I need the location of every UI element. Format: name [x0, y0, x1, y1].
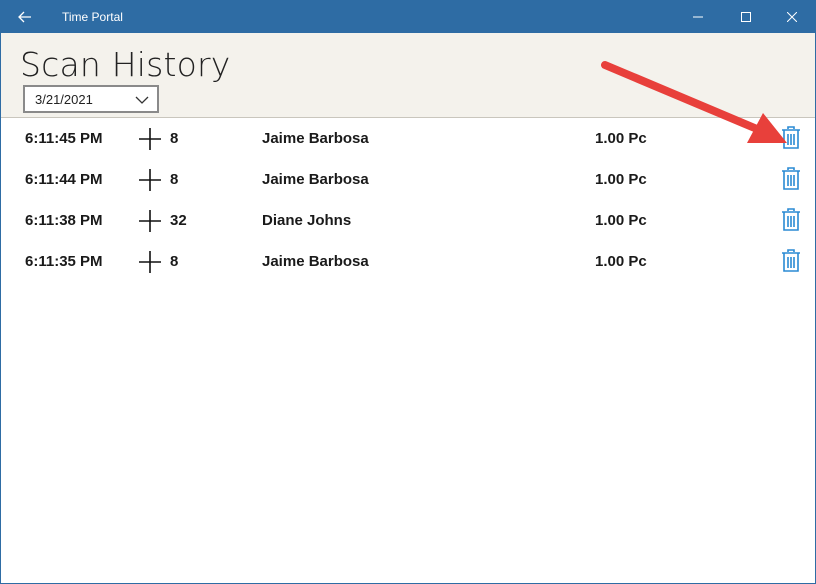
- scan-time: 6:11:35 PM: [25, 253, 103, 270]
- employee-name: Jaime Barbosa: [262, 253, 369, 270]
- quantity: 1.00 Pc: [595, 130, 647, 147]
- quantity: 1.00 Pc: [595, 253, 647, 270]
- back-button[interactable]: [11, 3, 39, 31]
- employee-name: Jaime Barbosa: [262, 171, 369, 188]
- list-item: 6:11:38 PM 32 Diane Johns 1.00 Pc: [1, 200, 815, 241]
- plus-icon: [139, 251, 161, 273]
- quantity: 1.00 Pc: [595, 171, 647, 188]
- plus-icon: [139, 128, 161, 150]
- list-item: 6:11:35 PM 8 Jaime Barbosa 1.00 Pc: [1, 241, 815, 282]
- plus-icon: [139, 210, 161, 232]
- quantity: 1.00 Pc: [595, 212, 647, 229]
- minimize-button[interactable]: [675, 1, 721, 33]
- chevron-down-icon: [135, 96, 149, 104]
- trash-icon[interactable]: [780, 126, 802, 150]
- page-header: Scan History 3/21/2021: [1, 33, 815, 118]
- trash-icon[interactable]: [780, 208, 802, 232]
- trash-icon[interactable]: [780, 167, 802, 191]
- scan-time: 6:11:45 PM: [25, 130, 103, 147]
- employee-name: Jaime Barbosa: [262, 130, 369, 147]
- scan-count: 8: [170, 171, 179, 188]
- minimize-icon: [693, 16, 703, 18]
- trash-icon[interactable]: [780, 249, 802, 273]
- scan-count: 8: [170, 253, 179, 270]
- scan-count: 8: [170, 130, 179, 147]
- scan-time: 6:11:44 PM: [25, 171, 103, 188]
- date-dropdown-value: 3/21/2021: [35, 92, 93, 107]
- list-item: 6:11:44 PM 8 Jaime Barbosa 1.00 Pc: [1, 159, 815, 200]
- employee-name: Diane Johns: [262, 212, 352, 229]
- date-dropdown[interactable]: 3/21/2021: [23, 85, 159, 113]
- scan-time: 6:11:38 PM: [25, 212, 103, 229]
- close-button[interactable]: [769, 1, 815, 33]
- plus-icon: [139, 169, 161, 191]
- list-item: 6:11:45 PM 8 Jaime Barbosa 1.00 Pc: [1, 118, 815, 159]
- maximize-button[interactable]: [723, 1, 769, 33]
- page-title: Scan History: [20, 45, 231, 84]
- title-bar: Time Portal: [1, 1, 815, 33]
- maximize-icon: [741, 12, 751, 22]
- back-arrow-icon: [18, 11, 31, 23]
- close-icon: [787, 12, 797, 22]
- app-window: Time Portal Scan History 3/21/2021 6:11:…: [0, 0, 816, 584]
- scan-count: 32: [170, 212, 187, 229]
- window-title: Time Portal: [62, 10, 123, 24]
